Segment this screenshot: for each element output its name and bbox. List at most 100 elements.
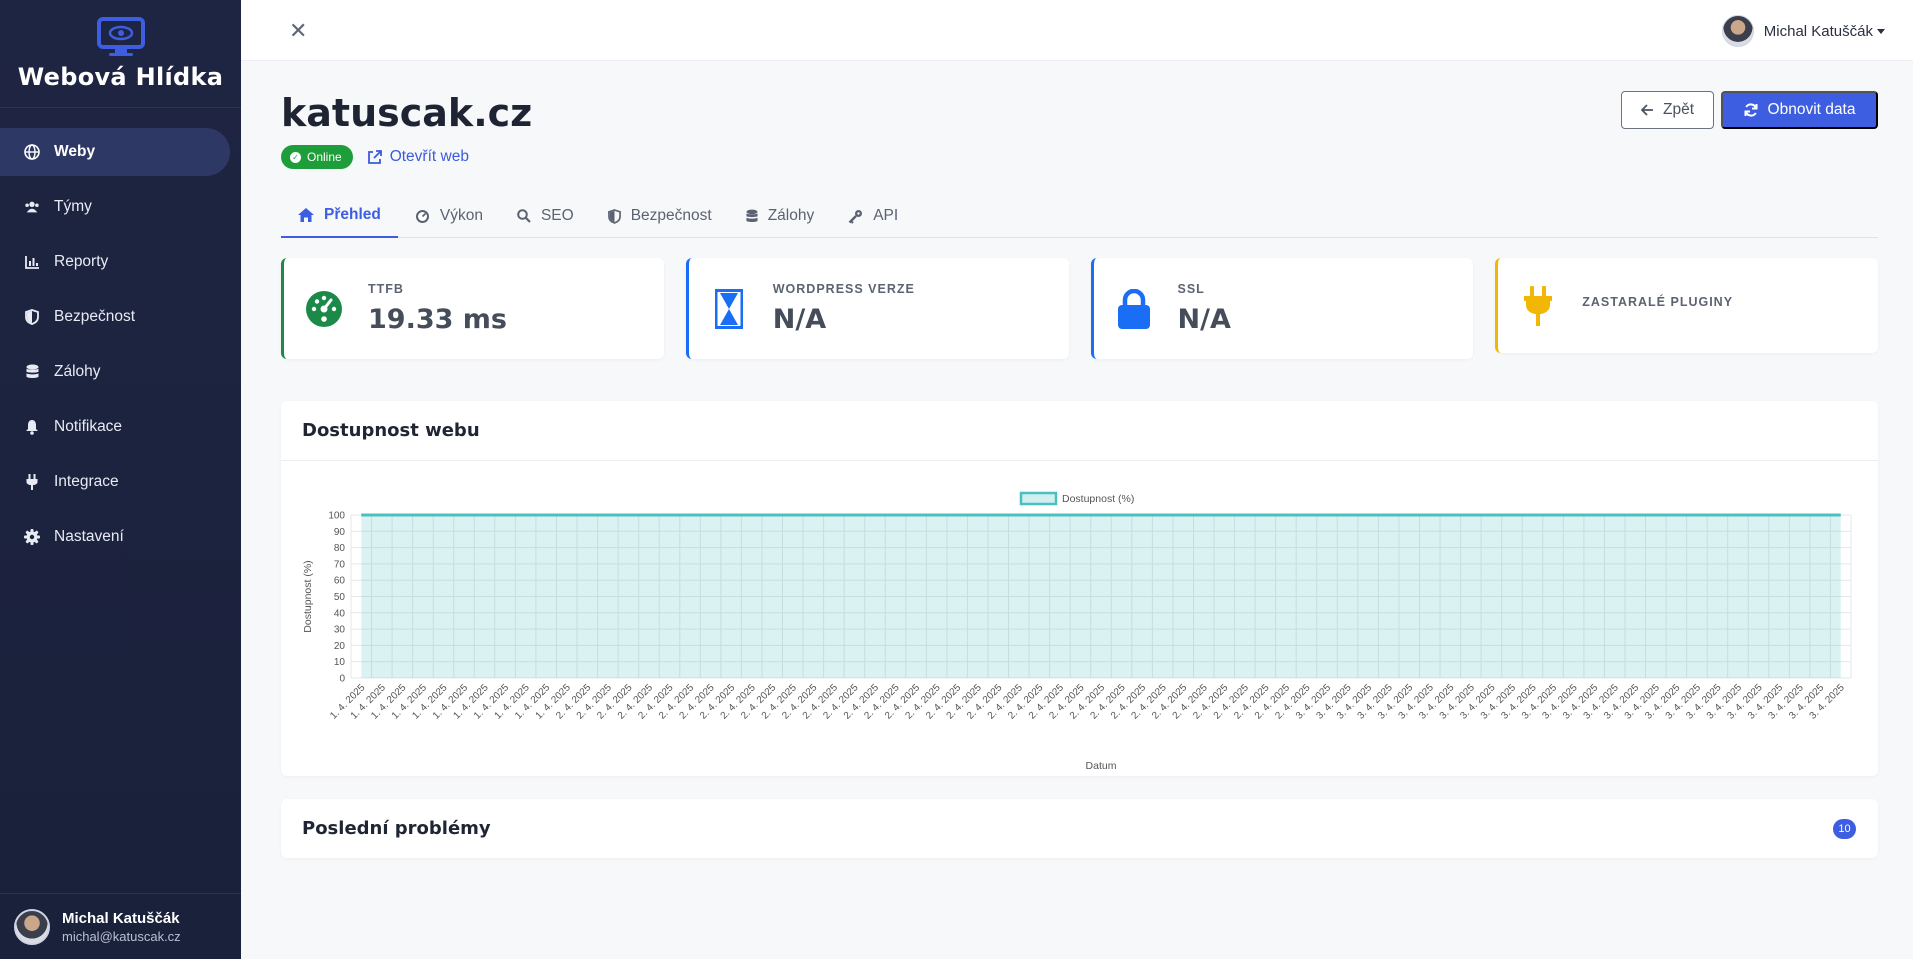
close-icon[interactable]: ✕	[289, 18, 307, 44]
legend-label: Dostupnost (%)	[1062, 493, 1134, 505]
stat-card-ttfb: TTFB 19.33 ms	[281, 258, 664, 359]
series-area	[361, 515, 1841, 678]
sidebar-item-notifikace[interactable]: Notifikace	[0, 403, 230, 451]
open-web-link[interactable]: Otevřít web	[367, 148, 469, 166]
sidebar-item-weby[interactable]: Weby	[0, 128, 230, 176]
topbar: ✕ Michal Katuščák	[241, 0, 1913, 61]
y-axis-title: Dostupnost (%)	[302, 560, 314, 632]
tab-vykon[interactable]: Výkon	[398, 194, 500, 238]
refresh-icon	[1744, 103, 1758, 117]
stat-card-plugins: ZASTARALÉ PLUGINY	[1495, 258, 1878, 353]
stat-value: N/A	[772, 304, 827, 335]
stat-label: SSL	[1177, 282, 1205, 296]
sidebar-item-label: Integrace	[54, 473, 119, 490]
sidebar-item-tymy[interactable]: Týmy	[0, 183, 230, 231]
tachometer-icon	[302, 290, 346, 328]
stat-label: ZASTARALÉ PLUGINY	[1582, 294, 1734, 309]
back-button-label: Zpět	[1662, 101, 1694, 118]
plug-icon	[1516, 285, 1560, 326]
sidebar-item-integrace[interactable]: Integrace	[0, 458, 230, 506]
sidebar-item-label: Notifikace	[54, 418, 123, 435]
lock-icon	[1112, 288, 1156, 329]
y-tick-label: 30	[334, 625, 346, 636]
home-icon	[298, 208, 314, 222]
status-badge: ✓ Online	[281, 145, 353, 169]
tab-label: Zálohy	[767, 207, 815, 224]
tab-seo[interactable]: SEO	[500, 194, 591, 238]
y-tick-label: 100	[328, 511, 345, 522]
sidebar-item-zalohy[interactable]: Zálohy	[0, 348, 230, 396]
stat-label: WORDPRESS VERZE	[772, 282, 915, 296]
tab-zalohy[interactable]: Zálohy	[729, 194, 832, 238]
sidebar-user-email: michal@katuscak.cz	[62, 928, 181, 944]
y-tick-label: 80	[334, 543, 346, 554]
stat-value: N/A	[1177, 304, 1231, 335]
brand-name: Webová Hlídka	[17, 62, 224, 91]
avatar	[1721, 15, 1754, 47]
sidebar-item-nastaveni[interactable]: Nastavení	[0, 513, 230, 561]
page-title: katuscak.cz	[281, 91, 533, 135]
y-tick-label: 10	[334, 657, 346, 668]
y-tick-label: 60	[334, 576, 346, 587]
tab-label: Přehled	[324, 206, 381, 223]
stat-value: 19.33 ms	[368, 304, 508, 335]
y-tick-label: 90	[334, 527, 346, 538]
status-badge-label: Online	[307, 150, 342, 164]
plug-icon	[24, 474, 40, 490]
tab-bezpecnost[interactable]: Bezpečnost	[591, 194, 729, 238]
tab-api[interactable]: API	[831, 194, 915, 238]
x-axis-title: Datum	[1086, 760, 1117, 772]
tab-bar: Přehled Výkon SEO Bezpečnost Zálohy API	[281, 194, 1878, 238]
bell-icon	[24, 419, 40, 435]
stat-label: TTFB	[368, 282, 404, 296]
brand[interactable]: Webová Hlídka	[0, 0, 241, 108]
tab-prehled[interactable]: Přehled	[281, 194, 398, 238]
sidebar-item-reporty[interactable]: Reporty	[0, 238, 230, 286]
monitor-eye-icon	[96, 16, 145, 56]
chevron-down-icon	[1877, 28, 1885, 34]
external-link-icon	[367, 149, 382, 164]
sidebar-item-label: Týmy	[54, 198, 92, 215]
tab-label: SEO	[540, 207, 574, 224]
issues-count-badge: 10	[1833, 819, 1856, 839]
refresh-data-button[interactable]: Obnovit data	[1721, 91, 1878, 129]
sidebar-user[interactable]: Michal Katuščák michal@katuscak.cz	[0, 893, 241, 959]
sidebar-item-label: Nastavení	[54, 528, 124, 545]
user-menu[interactable]: Michal Katuščák	[1721, 15, 1885, 47]
gear-icon	[24, 529, 40, 545]
sidebar-item-label: Bezpečnost	[54, 308, 135, 325]
gauge-icon	[415, 209, 430, 224]
user-menu-name: Michal Katuščák	[1763, 22, 1873, 40]
users-icon	[24, 199, 40, 215]
avatar	[14, 908, 50, 945]
tab-label: Bezpečnost	[630, 207, 712, 224]
y-tick-label: 50	[334, 592, 346, 603]
shield-icon	[607, 208, 621, 224]
sidebar: Webová Hlídka Weby Týmy Reporty Bezpečno…	[0, 0, 241, 959]
refresh-button-label: Obnovit data	[1767, 101, 1856, 118]
sidebar-item-label: Reporty	[54, 253, 109, 270]
tab-label: API	[873, 207, 899, 224]
legend-swatch	[1019, 491, 1058, 506]
sidebar-item-label: Weby	[54, 143, 96, 160]
back-button[interactable]: Zpět	[1621, 91, 1714, 129]
stat-card-wordpress: WORDPRESS VERZE N/A	[685, 258, 1069, 359]
stat-cards: TTFB 19.33 ms WORDPRESS VERZE N/A SSL N/…	[281, 258, 1878, 359]
sidebar-item-bezpecnost[interactable]: Bezpečnost	[0, 293, 230, 341]
tab-label: Výkon	[439, 207, 483, 224]
y-tick-label: 0	[339, 674, 345, 685]
check-circle-icon: ✓	[290, 151, 301, 163]
issues-card[interactable]: Poslední problémy 10	[281, 799, 1878, 858]
y-tick-label: 20	[334, 641, 346, 652]
issues-title: Poslední problémy	[302, 818, 491, 839]
database-icon	[746, 209, 758, 224]
sidebar-nav: Weby Týmy Reporty Bezpečnost Zálohy Noti…	[0, 108, 241, 561]
availability-title: Dostupnost webu	[281, 401, 1878, 461]
arrow-left-icon	[1640, 104, 1653, 116]
shield-icon	[24, 309, 40, 325]
key-icon	[848, 209, 863, 224]
y-tick-label: 70	[334, 559, 346, 570]
hourglass-icon	[707, 288, 751, 329]
globe-icon	[24, 144, 40, 160]
availability-chart: 01020304050607080901001. 4. 20251. 4. 20…	[302, 491, 1852, 772]
